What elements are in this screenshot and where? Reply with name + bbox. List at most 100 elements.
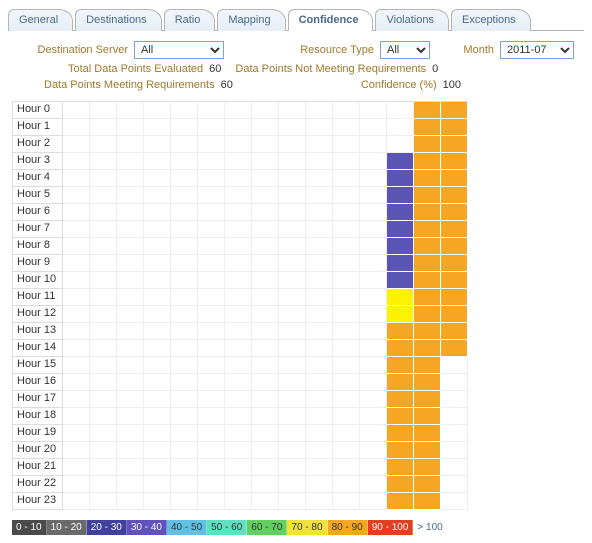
- heatmap-cell: [360, 153, 387, 170]
- heatmap-cell: [117, 374, 144, 391]
- hour-label: Hour 6: [13, 204, 63, 221]
- heatmap-cell: [414, 119, 441, 136]
- heatmap-cell: [198, 153, 225, 170]
- heatmap-row: Hour 1: [13, 119, 468, 136]
- heatmap-cell: [252, 102, 279, 119]
- tab-exceptions[interactable]: Exceptions: [451, 9, 531, 31]
- dest-server-label: Destination Server: [18, 44, 128, 56]
- heatmap-cell: [279, 459, 306, 476]
- heatmap-cell: [306, 306, 333, 323]
- heatmap-cell: [306, 136, 333, 153]
- heatmap-cell: [333, 357, 360, 374]
- heatmap-cell: [63, 357, 90, 374]
- heatmap-cell: [360, 136, 387, 153]
- heatmap-cell: [198, 357, 225, 374]
- heatmap-cell: [225, 238, 252, 255]
- heatmap-cell: [63, 119, 90, 136]
- heatmap-cell: [198, 442, 225, 459]
- tab-violations[interactable]: Violations: [375, 9, 449, 31]
- hour-label: Hour 1: [13, 119, 63, 136]
- heatmap-cell: [63, 102, 90, 119]
- heatmap-cell: [144, 493, 171, 510]
- meeting-value: 60: [221, 79, 233, 91]
- heatmap-cell: [441, 408, 468, 425]
- heatmap-cell: [63, 408, 90, 425]
- heatmap-cell: [225, 170, 252, 187]
- tab-general[interactable]: General: [8, 9, 73, 31]
- heatmap-cell: [63, 136, 90, 153]
- heatmap-cell: [252, 442, 279, 459]
- heatmap-row: Hour 6: [13, 204, 468, 221]
- hour-label: Hour 10: [13, 272, 63, 289]
- heatmap-cell: [360, 289, 387, 306]
- heatmap-cell: [360, 408, 387, 425]
- heatmap-cell: [117, 306, 144, 323]
- hour-label: Hour 14: [13, 340, 63, 357]
- heatmap-row: Hour 14: [13, 340, 468, 357]
- heatmap-cell: [414, 204, 441, 221]
- heatmap-cell: [117, 408, 144, 425]
- heatmap-cell: [90, 153, 117, 170]
- heatmap-cell: [144, 340, 171, 357]
- heatmap-cell: [90, 204, 117, 221]
- heatmap-cell: [414, 136, 441, 153]
- heatmap-cell: [333, 391, 360, 408]
- tab-confidence[interactable]: Confidence: [288, 9, 374, 31]
- heatmap-cell: [117, 340, 144, 357]
- heatmap-cell: [198, 255, 225, 272]
- heatmap-cell: [387, 136, 414, 153]
- hour-label: Hour 4: [13, 170, 63, 187]
- heatmap-cell: [117, 323, 144, 340]
- legend-bucket: 20 - 30: [87, 520, 127, 535]
- heatmap-cell: [279, 136, 306, 153]
- hour-label: Hour 13: [13, 323, 63, 340]
- tab-mapping[interactable]: Mapping: [217, 9, 285, 31]
- heatmap-cell: [333, 408, 360, 425]
- heatmap-cell: [90, 493, 117, 510]
- heatmap-cell: [171, 170, 198, 187]
- heatmap-cell: [333, 102, 360, 119]
- dest-server-select[interactable]: All: [134, 41, 224, 59]
- heatmap-cell: [279, 153, 306, 170]
- heatmap-cell: [117, 442, 144, 459]
- heatmap-cell: [360, 221, 387, 238]
- heatmap-cell: [441, 476, 468, 493]
- heatmap-cell: [198, 306, 225, 323]
- heatmap-row: Hour 17: [13, 391, 468, 408]
- resource-type-select[interactable]: All: [380, 41, 430, 59]
- heatmap-cell: [171, 272, 198, 289]
- heatmap-row: Hour 5: [13, 187, 468, 204]
- heatmap-cell: [225, 340, 252, 357]
- filters-panel: Destination Server All Resource Type All…: [8, 39, 584, 101]
- heatmap-cell: [144, 238, 171, 255]
- heatmap-cell: [252, 153, 279, 170]
- heatmap-cell: [63, 289, 90, 306]
- hour-label: Hour 5: [13, 187, 63, 204]
- heatmap-cell: [360, 476, 387, 493]
- heatmap-row: Hour 16: [13, 374, 468, 391]
- heatmap-cell: [225, 374, 252, 391]
- heatmap-cell: [171, 374, 198, 391]
- tab-destinations[interactable]: Destinations: [75, 9, 162, 31]
- heatmap-cell: [198, 102, 225, 119]
- heatmap-cell: [90, 425, 117, 442]
- heatmap-cell: [63, 340, 90, 357]
- heatmap-cell: [279, 476, 306, 493]
- heatmap-cell: [225, 425, 252, 442]
- not-meeting-label: Data Points Not Meeting Requirements: [235, 63, 426, 75]
- heatmap-cell: [306, 391, 333, 408]
- tab-ratio[interactable]: Ratio: [164, 9, 216, 31]
- heatmap-cell: [333, 374, 360, 391]
- legend-bucket: 60 - 70: [247, 520, 287, 535]
- heatmap-cell: [117, 119, 144, 136]
- heatmap-cell: [279, 102, 306, 119]
- heatmap-grid: Hour 0Hour 1Hour 2Hour 3Hour 4Hour 5Hour…: [12, 101, 468, 510]
- month-select[interactable]: 2011-07: [500, 41, 574, 59]
- heatmap-cell: [387, 357, 414, 374]
- heatmap-cell: [90, 221, 117, 238]
- heatmap-cell: [441, 459, 468, 476]
- resource-type-label: Resource Type: [224, 44, 374, 56]
- heatmap-cell: [441, 255, 468, 272]
- legend: 0 - 1010 - 2020 - 3030 - 4040 - 5050 - 6…: [12, 520, 584, 535]
- heatmap-cell: [117, 136, 144, 153]
